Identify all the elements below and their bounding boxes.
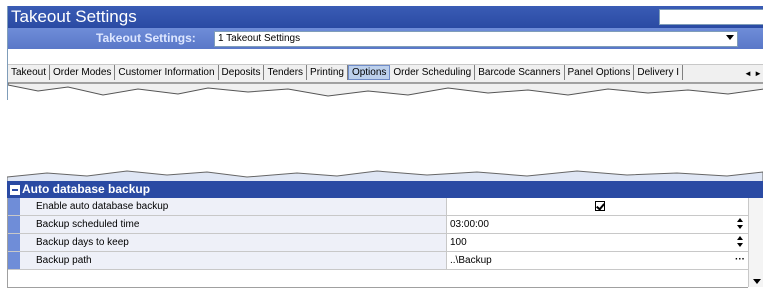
tab-takeout[interactable]: Takeout bbox=[8, 65, 51, 80]
tab-order-modes[interactable]: Order Modes bbox=[50, 65, 116, 80]
scheduled-time-field[interactable]: 03:00:00 bbox=[448, 216, 748, 233]
spinner-icon[interactable] bbox=[736, 218, 744, 231]
tab-customer-information[interactable]: Customer Information bbox=[115, 65, 219, 80]
selector-label: Takeout Settings: bbox=[96, 31, 196, 45]
dropdown-value: 1 Takeout Settings bbox=[218, 33, 301, 44]
page-title: Takeout Settings bbox=[11, 7, 137, 26]
tab-delivery[interactable]: Delivery I bbox=[634, 65, 684, 80]
chevron-down-icon[interactable] bbox=[753, 279, 761, 284]
property-grid: Enable auto database backup Backup sched… bbox=[7, 198, 748, 270]
arrow-right-icon[interactable]: ► bbox=[754, 69, 762, 78]
tab-barcode-scanners[interactable]: Barcode Scanners bbox=[475, 65, 565, 80]
tab-order-scheduling[interactable]: Order Scheduling bbox=[390, 65, 476, 80]
settings-bottom-panel: Auto database backup Enable auto databas… bbox=[7, 168, 763, 289]
tab-printing[interactable]: Printing bbox=[307, 65, 348, 80]
property-value-text: ..\Backup bbox=[450, 255, 492, 266]
tab-panel-options[interactable]: Panel Options bbox=[565, 65, 635, 80]
tab-options[interactable]: Options bbox=[347, 65, 391, 80]
row-gutter bbox=[8, 216, 20, 233]
chevron-down-icon[interactable] bbox=[726, 35, 734, 40]
vertical-scrollbar[interactable] bbox=[748, 198, 763, 287]
property-name: Backup scheduled time bbox=[20, 216, 447, 233]
row-gutter bbox=[8, 234, 20, 251]
settings-selector-bar: Takeout Settings: 1 Takeout Settings bbox=[8, 28, 763, 49]
backup-path-field[interactable]: ..\Backup ··· bbox=[448, 252, 748, 269]
tab-strip: Takeout Order Modes Customer Information De… bbox=[8, 64, 763, 83]
spinner-icon[interactable] bbox=[736, 236, 744, 249]
tab-deposits[interactable]: Deposits bbox=[219, 65, 265, 80]
days-to-keep-field[interactable]: 100 bbox=[448, 234, 748, 251]
property-name: Enable auto database backup bbox=[20, 198, 447, 215]
section-title: Auto database backup bbox=[22, 182, 151, 196]
property-row-scheduled-time[interactable]: Backup scheduled time 03:00:00 bbox=[8, 216, 748, 234]
row-gutter bbox=[8, 252, 20, 269]
browse-button[interactable]: ··· bbox=[735, 252, 745, 267]
property-row-days-to-keep[interactable]: Backup days to keep 100 bbox=[8, 234, 748, 252]
property-value[interactable] bbox=[448, 198, 748, 215]
title-bar: Takeout Settings bbox=[8, 6, 763, 28]
torn-edge-top bbox=[8, 83, 763, 97]
settings-dropdown[interactable]: 1 Takeout Settings bbox=[214, 31, 738, 47]
arrow-left-icon[interactable]: ◄ bbox=[744, 69, 752, 78]
collapse-icon[interactable] bbox=[10, 185, 20, 195]
torn-edge-bottom bbox=[7, 170, 763, 182]
property-name: Backup days to keep bbox=[20, 234, 447, 251]
grid-footer bbox=[7, 270, 748, 288]
property-name: Backup path bbox=[20, 252, 447, 269]
settings-top-panel: Takeout Settings Takeout Settings: 1 Tak… bbox=[7, 6, 763, 100]
section-header[interactable]: Auto database backup bbox=[7, 181, 763, 198]
tab-scroll-buttons[interactable]: ◄ ► bbox=[742, 65, 763, 82]
tab-tenders[interactable]: Tenders bbox=[264, 65, 308, 80]
property-value-text: 03:00:00 bbox=[450, 219, 489, 230]
row-gutter bbox=[8, 198, 20, 215]
property-row-backup-path[interactable]: Backup path ..\Backup ··· bbox=[8, 252, 748, 270]
enable-backup-checkbox[interactable] bbox=[595, 201, 605, 211]
title-search-input[interactable] bbox=[659, 9, 763, 25]
property-row-enable-backup[interactable]: Enable auto database backup bbox=[8, 198, 748, 216]
property-value-text: 100 bbox=[450, 237, 467, 248]
